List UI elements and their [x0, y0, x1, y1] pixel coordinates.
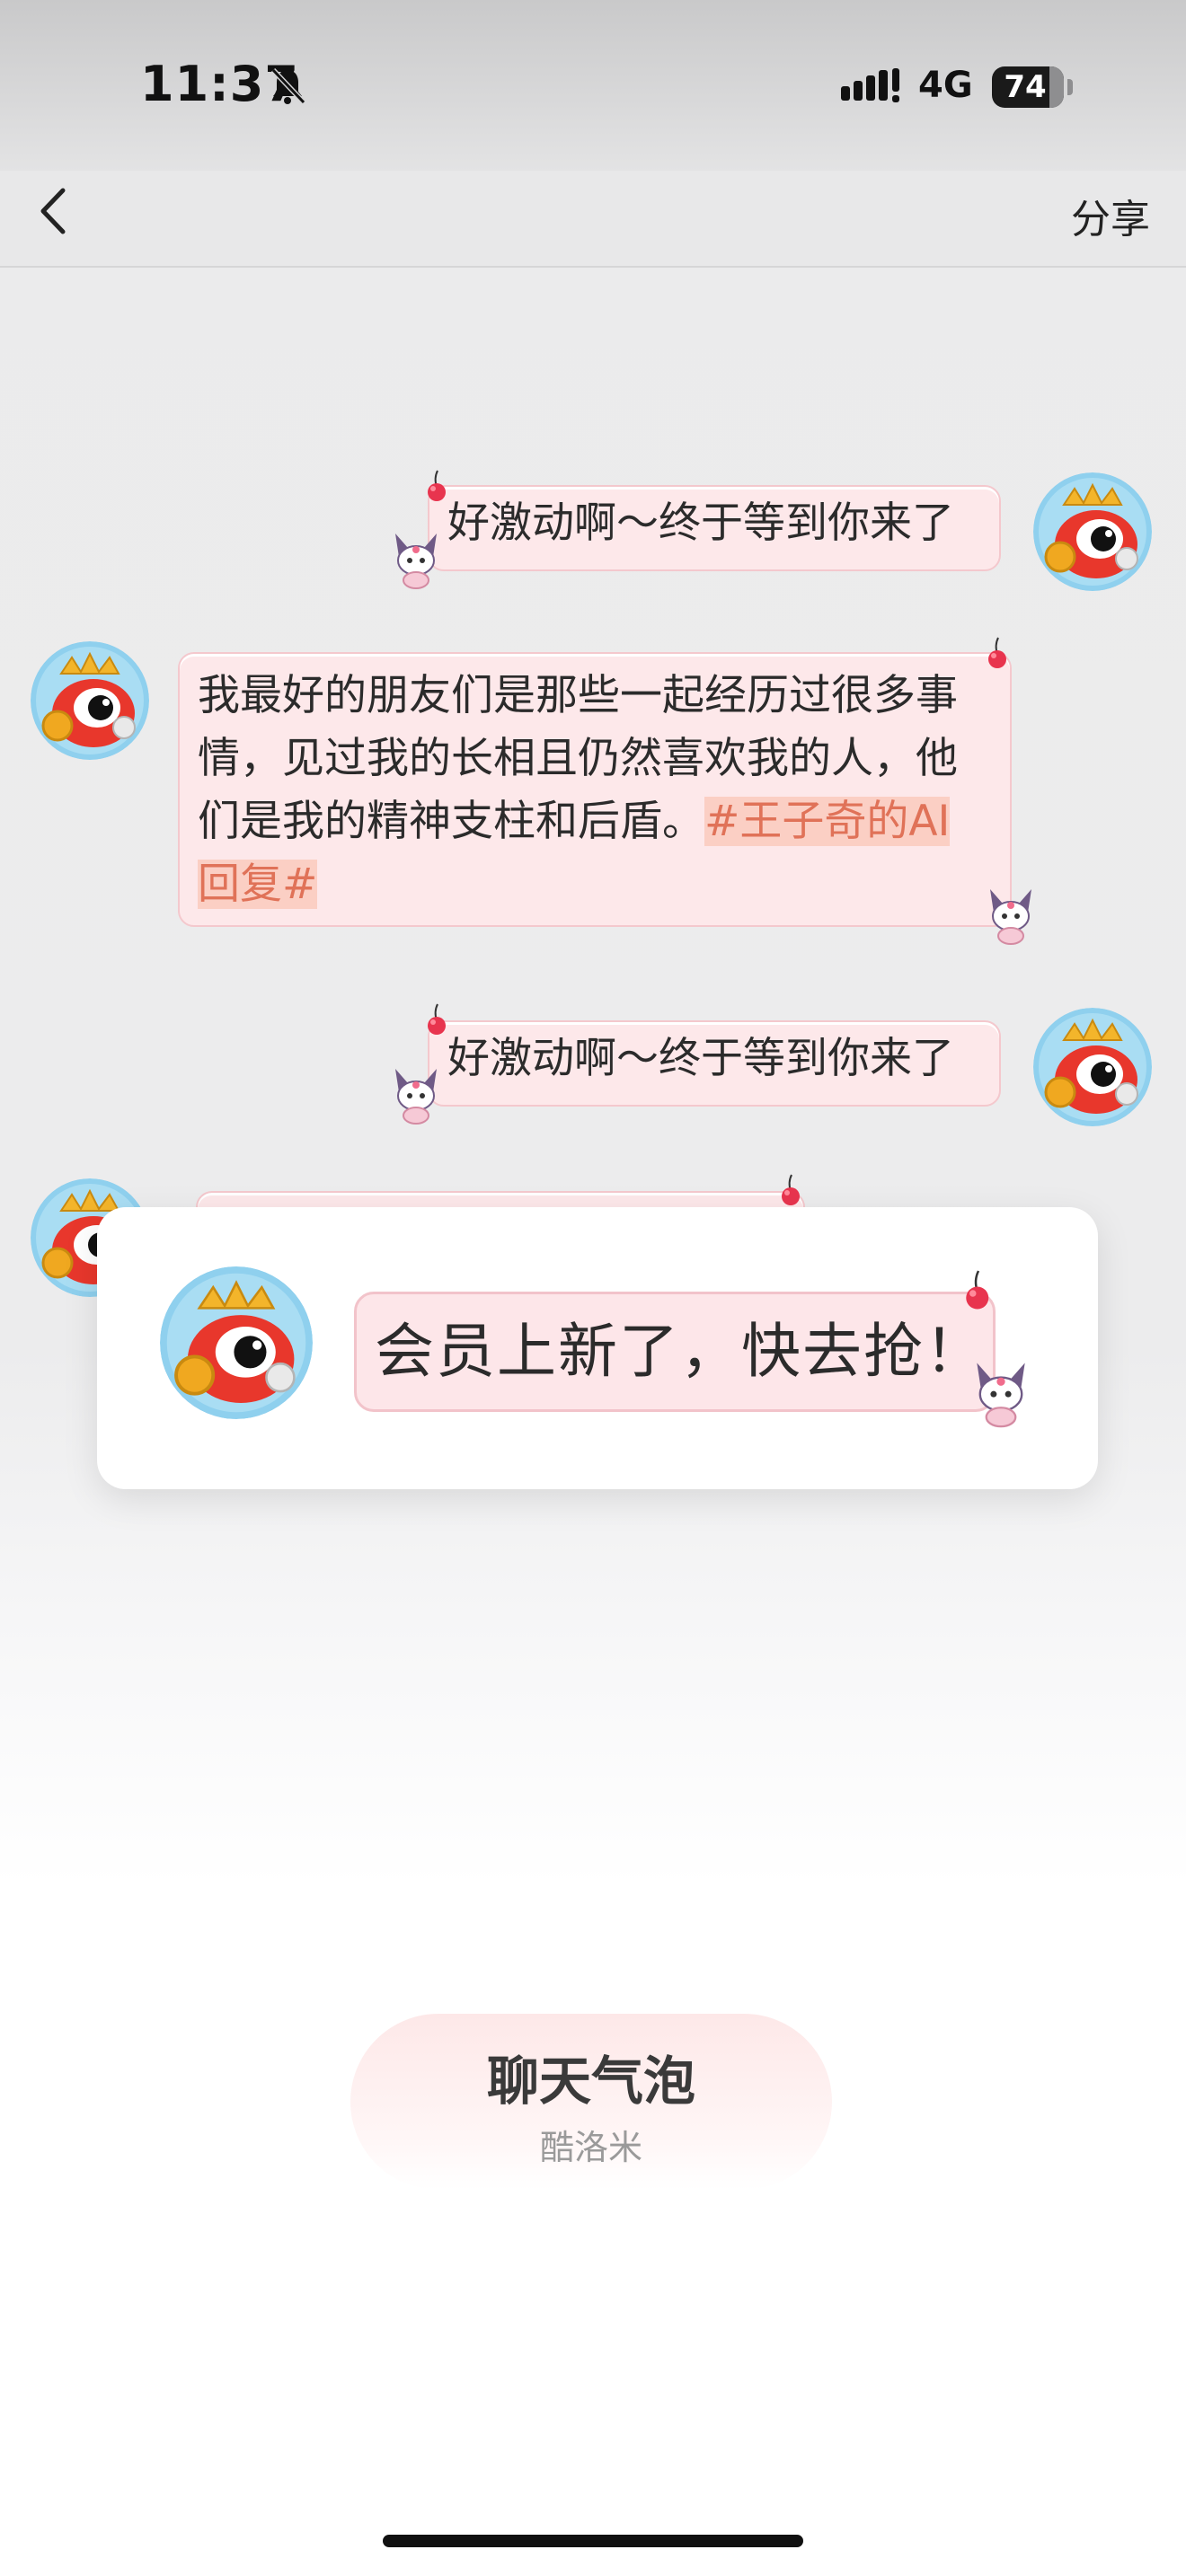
- signal-icon: [841, 68, 899, 102]
- back-arrow-icon[interactable]: [25, 178, 79, 244]
- message-text: 好激动啊～终于等到你来了: [447, 1034, 954, 1083]
- share-button[interactable]: 分享: [1071, 187, 1150, 244]
- bell-slash-icon: [270, 67, 306, 105]
- kuromi-sticker-icon: [388, 530, 444, 589]
- bubble-author: 酷洛米: [539, 2128, 642, 2167]
- cherry-icon: [985, 634, 1012, 670]
- message-bubble: 好激动啊～终于等到你来了: [428, 1020, 1001, 1107]
- cherry-icon: [778, 1171, 805, 1207]
- battery-icon: 74: [992, 66, 1064, 108]
- preview-bubble: 会员上新了，快去抢！: [354, 1292, 996, 1412]
- message-bubble: 我最好的朋友们是那些一起经历过很多事情，见过我的长相且仍然喜欢我的人，他们是我的…: [178, 652, 1012, 927]
- message-text: 好激动啊～终于等到你来了: [447, 498, 954, 548]
- avatar-icon: [1033, 472, 1152, 591]
- kuromi-sticker-icon: [388, 1065, 444, 1125]
- bubble-info-chip[interactable]: 聊天气泡 酷洛米: [350, 2014, 832, 2190]
- avatar-icon: [31, 641, 149, 760]
- message-bubble: 好激动啊～终于等到你来了: [428, 485, 1001, 571]
- cherry-icon: [424, 1001, 451, 1037]
- preview-text: 会员上新了，快去抢！: [375, 1317, 986, 1386]
- home-indicator[interactable]: [383, 2535, 803, 2547]
- bubble-title: 聊天气泡: [486, 2051, 695, 2112]
- battery-level: 74: [1004, 69, 1047, 105]
- kuromi-sticker-icon: [969, 1358, 1033, 1428]
- kuromi-sticker-icon: [983, 886, 1039, 945]
- cherry-icon: [961, 1266, 996, 1311]
- status-bar: 11:37 4G 74: [0, 0, 1186, 171]
- nav-bar: [0, 171, 1186, 268]
- avatar-icon: [1033, 1008, 1152, 1126]
- network-type: 4G: [918, 65, 973, 106]
- battery-tip: [1067, 79, 1073, 95]
- avatar-icon: [160, 1266, 313, 1419]
- cherry-icon: [424, 467, 451, 503]
